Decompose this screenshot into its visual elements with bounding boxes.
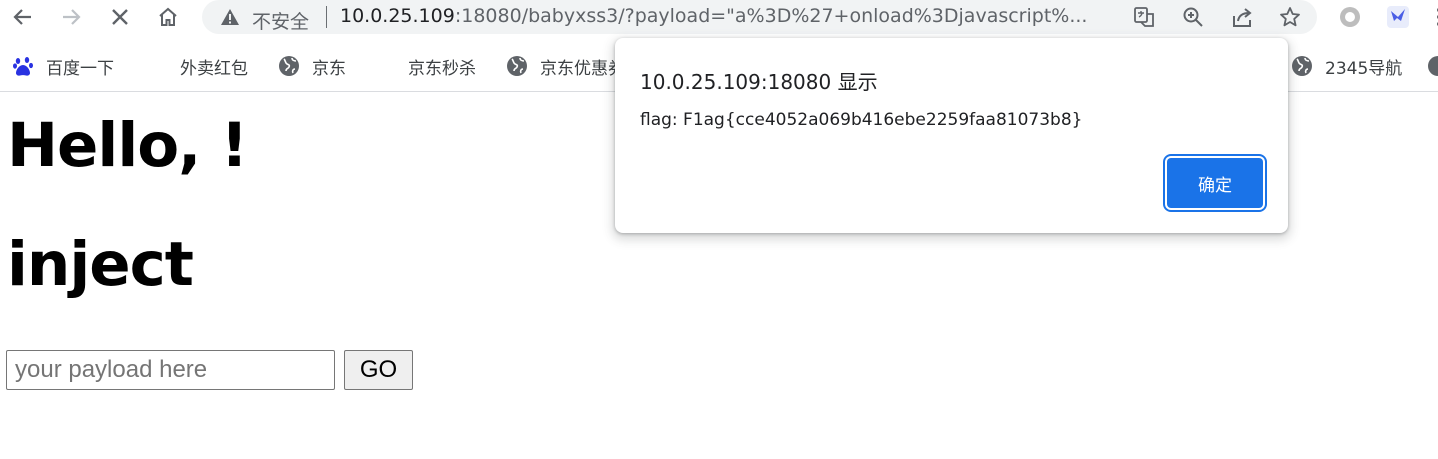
alert-message: flag: F1ag{cce4052a069b416ebe2259faa8107… <box>640 110 1083 130</box>
page-title: Hello, ! <box>7 110 248 181</box>
close-icon <box>112 9 128 25</box>
bookmark-jd[interactable]: 京东 <box>278 54 346 79</box>
globe-icon <box>506 55 528 77</box>
translate-icon[interactable] <box>1132 6 1156 28</box>
go-button[interactable]: GO <box>344 350 413 390</box>
extension-bird-icon[interactable] <box>1385 5 1411 29</box>
extension-circle-icon[interactable] <box>1337 5 1363 29</box>
alert-dialog: 10.0.25.109:18080 显示 flag: F1ag{cce4052a… <box>615 38 1288 233</box>
arrow-right-icon <box>63 9 81 25</box>
arrow-left-icon <box>13 9 31 25</box>
share-icon[interactable] <box>1230 6 1254 28</box>
url-host: 10.0.25.109 <box>340 5 455 27</box>
security-label[interactable]: 不安全 <box>252 7 309 34</box>
bookmark-overflow[interactable] <box>1427 54 1438 78</box>
bookmark-baidu[interactable]: 百度一下 <box>12 54 114 79</box>
url-text[interactable]: 10.0.25.109:18080/babyxss3/?payload="a%3… <box>340 5 1140 27</box>
back-button[interactable] <box>7 2 39 32</box>
bookmark-jd-coupon[interactable]: 京东优惠券 <box>506 54 625 79</box>
baidu-paw-icon <box>12 55 34 77</box>
warning-icon[interactable] <box>220 8 240 26</box>
bookmark-label: 百度一下 <box>46 58 114 79</box>
zoom-icon[interactable] <box>1181 6 1205 28</box>
bookmark-label: 京东秒杀 <box>408 58 476 79</box>
forward-button[interactable] <box>55 2 87 32</box>
page-heading: inject <box>7 229 194 300</box>
payload-input[interactable] <box>6 350 335 390</box>
globe-icon <box>278 55 300 77</box>
omnibox-divider <box>326 6 327 28</box>
url-path: :18080/babyxss3/?payload="a%3D%27+onload… <box>454 5 1088 27</box>
alert-title: 10.0.25.109:18080 显示 <box>640 70 878 94</box>
bookmark-label: 外卖红包 <box>180 58 248 79</box>
globe-icon <box>1291 55 1313 77</box>
globe-icon <box>1427 55 1438 77</box>
home-button[interactable] <box>152 2 184 32</box>
address-bar[interactable]: 不安全 10.0.25.109:18080/babyxss3/?payload=… <box>202 0 1317 34</box>
bookmark-label: 京东 <box>312 58 346 79</box>
star-icon[interactable] <box>1278 6 1302 28</box>
bookmark-label: 2345导航 <box>1325 58 1403 79</box>
stop-button[interactable] <box>104 2 136 32</box>
bookmark-waimai[interactable]: 外卖红包 <box>180 54 248 79</box>
bookmark-label: 京东优惠券 <box>540 58 625 79</box>
bookmark-jd-seckill[interactable]: 京东秒杀 <box>408 54 476 79</box>
bookmark-2345[interactable]: 2345导航 <box>1291 54 1403 79</box>
menu-icon[interactable] <box>1426 5 1438 29</box>
ok-button[interactable]: 确定 <box>1167 158 1263 208</box>
browser-toolbar: 不安全 10.0.25.109:18080/babyxss3/?payload=… <box>0 0 1438 36</box>
home-icon <box>159 7 177 26</box>
